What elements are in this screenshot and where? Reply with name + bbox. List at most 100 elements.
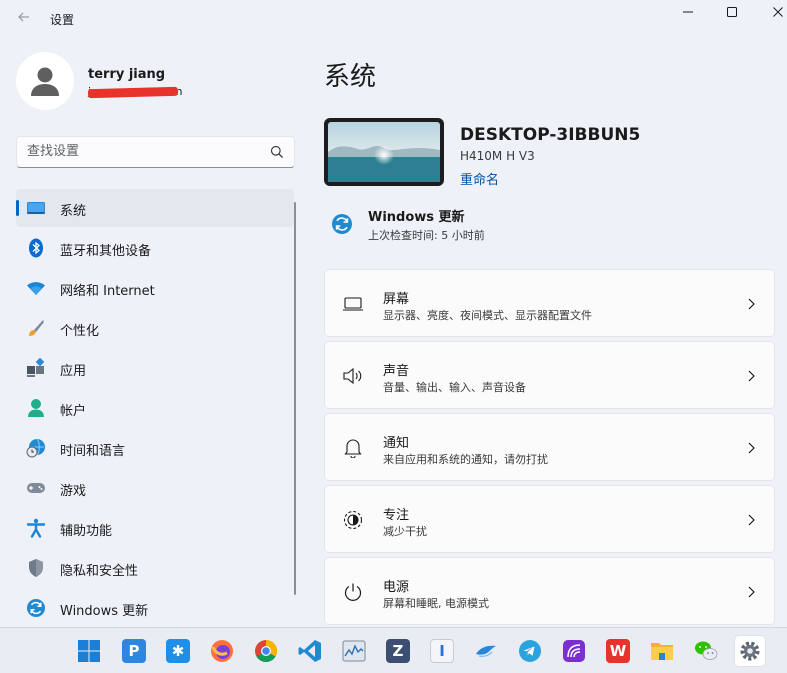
sidebar-item-label: 系统 — [60, 204, 87, 219]
taskbar: P ✱ Z I W — [0, 627, 787, 673]
taskbar-settings[interactable] — [735, 636, 765, 666]
z-app-icon: Z — [386, 639, 410, 663]
p-app-icon: P — [122, 639, 146, 663]
taskbar-telegram[interactable] — [515, 636, 545, 666]
system-display-icon — [26, 198, 46, 218]
sidebar-item-label: 时间和语言 — [60, 444, 126, 459]
star-app-icon: ✱ — [166, 639, 190, 663]
close-button[interactable] — [766, 2, 787, 22]
search-box[interactable] — [16, 136, 295, 168]
rename-link[interactable]: 重命名 — [460, 169, 499, 188]
window-title: 设置 — [50, 13, 75, 27]
taskbar-app-p[interactable]: P — [119, 636, 149, 666]
bell-icon — [342, 438, 364, 458]
card-title: 电源 — [383, 580, 410, 595]
card-title: 通知 — [383, 436, 410, 451]
taskbar-vscode[interactable] — [295, 636, 325, 666]
sidebar-item-label: 个性化 — [60, 324, 100, 339]
card-description: 来自应用和系统的通知，请勿打扰 — [383, 453, 548, 466]
sidebar-item-accounts[interactable]: 帐户 — [16, 389, 294, 427]
sidebar-item-system[interactable]: 系统 — [16, 189, 294, 227]
sidebar-item-apps[interactable]: 应用 — [16, 349, 294, 387]
gamepad-icon — [26, 478, 46, 498]
page-title: 系统 — [324, 62, 377, 92]
settings-card-sound[interactable]: 声音 音量、输出、输入、声音设备 — [324, 341, 775, 409]
maximize-icon — [727, 7, 737, 17]
note-app-icon: I — [430, 639, 454, 663]
device-model: H410M H V3 — [460, 149, 535, 163]
sidebar-item-label: Windows 更新 — [60, 604, 149, 619]
taskbar-file-explorer[interactable] — [647, 636, 677, 666]
card-title: 屏幕 — [383, 292, 410, 307]
purple-app-icon — [563, 640, 585, 662]
taskbar-app-star[interactable]: ✱ — [163, 636, 193, 666]
account-name: terry jiang — [88, 67, 166, 82]
firefox-icon — [211, 640, 233, 662]
minimize-button[interactable] — [676, 2, 700, 22]
taskbar-firefox[interactable] — [207, 636, 237, 666]
settings-card-notifications[interactable]: 通知 来自应用和系统的通知，请勿打扰 — [324, 413, 775, 481]
sidebar-item-personalization[interactable]: 个性化 — [16, 309, 294, 347]
sidebar-item-label: 蓝牙和其他设备 — [60, 244, 152, 259]
taskbar-wps[interactable]: W — [603, 636, 633, 666]
taskbar-chrome[interactable] — [251, 636, 281, 666]
sidebar-item-label: 隐私和安全性 — [60, 564, 139, 579]
windows-update-status-icon[interactable] — [331, 213, 353, 235]
windows-update-icon — [26, 598, 46, 618]
taskbar-app-flying[interactable] — [471, 636, 501, 666]
wifi-icon — [26, 278, 46, 298]
sidebar-item-gaming[interactable]: 游戏 — [16, 469, 294, 507]
sidebar-nav: 系统 蓝牙和其他设备 网络和 Internet 个性化 应用 帐户 时间和语言 … — [16, 189, 296, 629]
chevron-right-icon — [748, 298, 755, 310]
chevron-right-icon — [748, 442, 755, 454]
wps-icon: W — [606, 639, 630, 663]
card-description: 显示器、亮度、夜间模式、显示器配置文件 — [383, 309, 592, 322]
folder-icon — [651, 643, 673, 660]
globe-clock-icon — [26, 438, 46, 458]
taskbar-app-chart[interactable] — [339, 636, 369, 666]
settings-card-power[interactable]: 电源 屏幕和睡眠, 电源模式 — [324, 557, 775, 625]
device-name: DESKTOP-3IBBUN5 — [460, 125, 641, 145]
taskbar-app-z[interactable]: Z — [383, 636, 413, 666]
sidebar-scrollbar[interactable] — [294, 202, 296, 595]
minimize-icon — [683, 11, 693, 13]
taskbar-app-note[interactable]: I — [427, 636, 457, 666]
taskbar-wechat[interactable] — [691, 636, 721, 666]
accessibility-icon — [26, 518, 46, 538]
windows-update-subtitle: 上次检查时间: 5 小时前 — [368, 229, 485, 242]
sidebar-item-privacy[interactable]: 隐私和安全性 — [16, 549, 294, 587]
account-profile[interactable]: terry jiang j o om — [16, 52, 276, 112]
sidebar-item-bluetooth[interactable]: 蓝牙和其他设备 — [16, 229, 294, 267]
chart-app-icon — [342, 640, 366, 662]
settings-card-display[interactable]: 屏幕 显示器、亮度、夜间模式、显示器配置文件 — [324, 269, 775, 337]
taskbar-app-purple[interactable] — [559, 636, 589, 666]
search-icon[interactable] — [270, 145, 284, 159]
windows-update-title[interactable]: Windows 更新 — [368, 206, 465, 225]
sidebar-item-label: 应用 — [60, 364, 87, 379]
speaker-icon — [342, 366, 364, 386]
chrome-icon — [255, 640, 277, 662]
taskbar-start-button[interactable] — [74, 636, 104, 666]
bluetooth-icon — [26, 238, 46, 258]
sidebar-item-label: 网络和 Internet — [60, 284, 155, 299]
search-input[interactable] — [27, 144, 267, 159]
sidebar-item-windows-update[interactable]: Windows 更新 — [16, 589, 294, 627]
card-title: 声音 — [383, 364, 410, 379]
card-description: 减少干扰 — [383, 525, 427, 538]
vscode-icon — [298, 640, 321, 662]
sidebar-item-accessibility[interactable]: 辅助功能 — [16, 509, 294, 547]
shield-icon — [26, 558, 46, 578]
sidebar-item-time-language[interactable]: 时间和语言 — [16, 429, 294, 467]
settings-icon — [740, 641, 760, 661]
device-wallpaper-thumbnail — [324, 118, 444, 186]
back-button[interactable] — [14, 9, 34, 29]
maximize-button[interactable] — [720, 2, 744, 22]
sidebar-item-network[interactable]: 网络和 Internet — [16, 269, 294, 307]
card-description: 屏幕和睡眠, 电源模式 — [383, 597, 489, 610]
start-icon — [78, 640, 100, 662]
chevron-right-icon — [748, 370, 755, 382]
apps-icon — [26, 358, 46, 378]
settings-card-focus[interactable]: 专注 减少干扰 — [324, 485, 775, 553]
account-icon — [26, 398, 46, 418]
arrow-left-icon — [18, 12, 29, 22]
